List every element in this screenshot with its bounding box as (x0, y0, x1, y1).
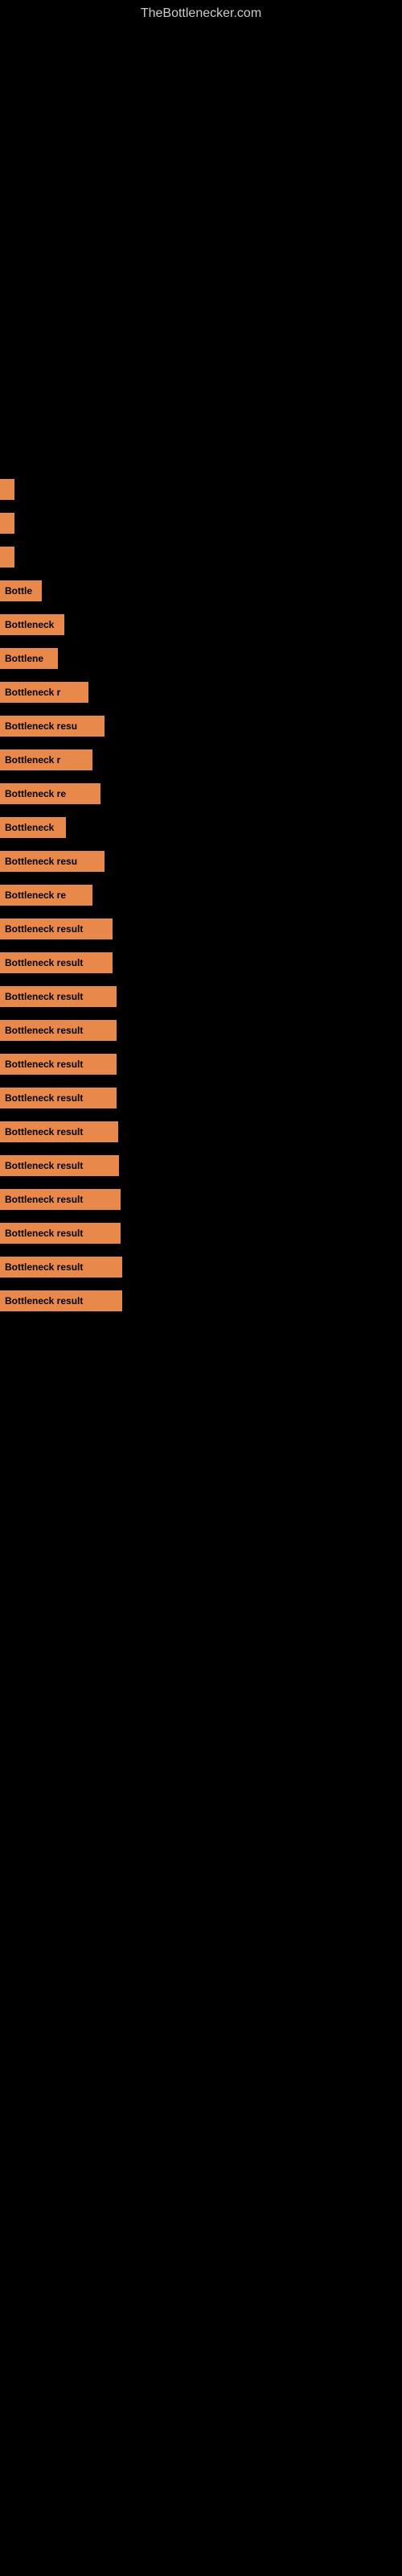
bar-16: Bottleneck result (0, 986, 117, 1007)
bar-7: Bottleneck r (0, 682, 88, 703)
bar-row-11: Bottleneck (0, 816, 402, 839)
bar-1 (0, 479, 14, 500)
bar-row-2 (0, 512, 402, 535)
bar-17: Bottleneck result (0, 1020, 117, 1041)
bar-row-23: Bottleneck result (0, 1222, 402, 1245)
bar-row-24: Bottleneck result (0, 1256, 402, 1278)
bar-2 (0, 513, 14, 534)
bar-row-20: Bottleneck result (0, 1121, 402, 1143)
bar-3 (0, 547, 14, 568)
site-title: TheBottlenecker.com (0, 0, 402, 27)
bar-21: Bottleneck result (0, 1155, 119, 1176)
bar-row-14: Bottleneck result (0, 918, 402, 940)
bar-11: Bottleneck (0, 817, 66, 838)
bar-row-12: Bottleneck resu (0, 850, 402, 873)
bar-row-7: Bottleneck r (0, 681, 402, 704)
bar-10: Bottleneck re (0, 783, 100, 804)
bar-23: Bottleneck result (0, 1223, 121, 1244)
bar-row-13: Bottleneck re (0, 884, 402, 906)
bar-25: Bottleneck result (0, 1290, 122, 1311)
bar-24: Bottleneck result (0, 1257, 122, 1278)
bar-row-18: Bottleneck result (0, 1053, 402, 1075)
bar-row-1 (0, 478, 402, 501)
bar-12: Bottleneck resu (0, 851, 105, 872)
bar-row-3 (0, 546, 402, 568)
bar-22: Bottleneck result (0, 1189, 121, 1210)
bar-row-21: Bottleneck result (0, 1154, 402, 1177)
bar-row-8: Bottleneck resu (0, 715, 402, 737)
bar-15: Bottleneck result (0, 952, 113, 973)
bar-row-22: Bottleneck result (0, 1188, 402, 1211)
bar-18: Bottleneck result (0, 1054, 117, 1075)
bars-container: Bottle Bottleneck Bottlene Bottleneck r … (0, 27, 402, 1312)
bar-row-16: Bottleneck result (0, 985, 402, 1008)
bar-row-15: Bottleneck result (0, 952, 402, 974)
bar-row-25: Bottleneck result (0, 1290, 402, 1312)
bar-4: Bottle (0, 580, 42, 601)
bar-9: Bottleneck r (0, 749, 92, 770)
bar-row-10: Bottleneck re (0, 782, 402, 805)
bar-row-5: Bottleneck (0, 613, 402, 636)
bar-20: Bottleneck result (0, 1121, 118, 1142)
bar-19: Bottleneck result (0, 1088, 117, 1108)
bar-row-17: Bottleneck result (0, 1019, 402, 1042)
bar-row-6: Bottlene (0, 647, 402, 670)
bar-14: Bottleneck result (0, 919, 113, 939)
bar-8: Bottleneck resu (0, 716, 105, 737)
bar-row-4: Bottle (0, 580, 402, 602)
bar-5: Bottleneck (0, 614, 64, 635)
bar-13: Bottleneck re (0, 885, 92, 906)
bar-row-19: Bottleneck result (0, 1087, 402, 1109)
bar-6: Bottlene (0, 648, 58, 669)
bar-row-9: Bottleneck r (0, 749, 402, 771)
